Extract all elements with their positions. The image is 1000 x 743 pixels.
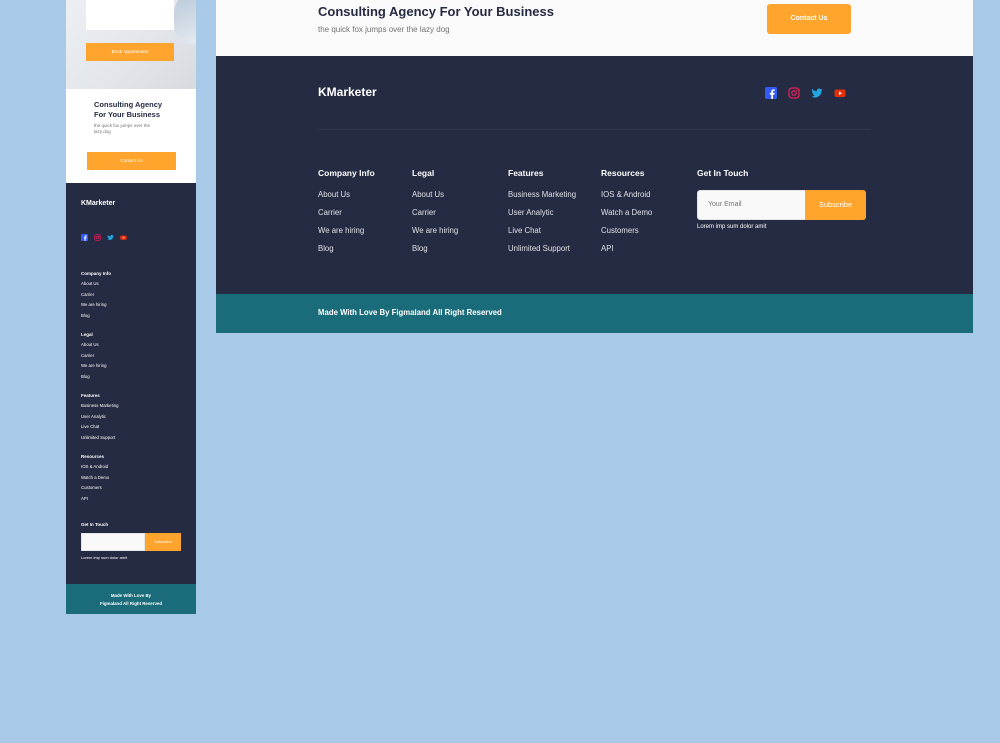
desktop-preview: Consulting Agency For Your Business the …: [216, 0, 973, 333]
footer-link[interactable]: Blog: [318, 244, 375, 262]
mobile-footer-link[interactable]: Live Chat: [81, 424, 191, 435]
mobile-footer-link[interactable]: Blog: [81, 374, 191, 385]
youtube-icon[interactable]: [120, 228, 127, 240]
copyright-bar: Made With Love By Figmaland All Right Re…: [216, 294, 973, 333]
youtube-icon[interactable]: [834, 86, 846, 98]
cta-section: Consulting Agency For Your Business the …: [216, 0, 973, 56]
subscribe-form: Your Email Subscribe: [697, 190, 866, 220]
mobile-footer: KMarketer Company Info About Us Carrier …: [66, 183, 196, 584]
mobile-column-title: Features: [81, 393, 100, 398]
footer-column-legal: Legal About Us Carrier We are hiring Blo…: [412, 168, 458, 262]
cta-title: Consulting Agency For Your Business: [318, 4, 554, 19]
hero-image: [174, 0, 196, 44]
footer-link[interactable]: Carrier: [412, 208, 458, 226]
mobile-email-input[interactable]: [81, 533, 145, 551]
mobile-hero: Book Appointment: [66, 0, 196, 89]
mobile-footer-link[interactable]: IOS & Android: [81, 464, 191, 475]
mobile-footer-link[interactable]: We are hiring: [81, 363, 191, 374]
footer-column-company-info: Company Info About Us Carrier We are hir…: [318, 168, 375, 262]
footer-divider: [318, 129, 871, 130]
footer-link[interactable]: About Us: [318, 190, 375, 208]
mobile-footer-link[interactable]: API: [81, 496, 191, 507]
footer-link[interactable]: About Us: [412, 190, 458, 208]
footer-column-resources: Resources IOS & Android Watch a Demo Cus…: [601, 168, 652, 262]
instagram-icon[interactable]: [788, 86, 800, 99]
mobile-footer-column: Legal About Us Carrier We are hiring Blo…: [81, 332, 191, 384]
mobile-column-title: Company Info: [81, 271, 111, 276]
mobile-footer-column: Features Business Marketing User Analyti…: [81, 393, 191, 445]
social-links: [765, 86, 846, 99]
mobile-footer-link[interactable]: User Analytic: [81, 414, 191, 425]
footer-link[interactable]: We are hiring: [318, 226, 375, 244]
subscribe-button[interactable]: Subscribe: [805, 190, 866, 220]
footer-link[interactable]: We are hiring: [412, 226, 458, 244]
footer-link[interactable]: Unlimited Support: [508, 244, 576, 262]
mobile-footer-link[interactable]: Customers: [81, 485, 191, 496]
copyright-text: Made With Love By Figmaland All Right Re…: [318, 308, 502, 317]
touch-note: Lorem imp sum dolor amit: [697, 224, 767, 230]
mobile-footer-link[interactable]: Carrier: [81, 353, 191, 364]
mobile-subscribe-form: Subscribe: [81, 533, 181, 551]
twitter-icon[interactable]: [811, 86, 823, 98]
footer-link[interactable]: User Analytic: [508, 208, 576, 226]
mobile-copyright-line: Made With Love By: [110, 593, 152, 598]
book-appointment-button[interactable]: Book Appointment: [86, 43, 174, 61]
footer-link[interactable]: Watch a Demo: [601, 208, 652, 226]
mobile-footer-link[interactable]: About Us: [81, 342, 191, 353]
email-input[interactable]: Your Email: [697, 190, 805, 220]
mobile-cta-title: Consulting Agency For Your Business: [94, 100, 163, 119]
footer-link[interactable]: Business Marketing: [508, 190, 576, 208]
mobile-subscribe-button[interactable]: Subscribe: [145, 533, 181, 551]
mobile-footer-columns: Company Info About Us Carrier We are hir…: [81, 271, 191, 515]
mobile-cta-subtitle: the quick fox jumps over the lazy dog: [94, 123, 151, 134]
footer-link[interactable]: API: [601, 244, 652, 262]
facebook-icon[interactable]: [765, 86, 777, 99]
footer-link[interactable]: Live Chat: [508, 226, 576, 244]
mobile-contact-us-button[interactable]: Contact Us: [87, 152, 176, 170]
column-title: Legal: [412, 168, 435, 178]
cta-subtitle: the quick fox jumps over the lazy dog: [318, 25, 450, 34]
touch-title: Get In Touch: [697, 168, 749, 178]
mobile-footer-brand: KMarketer: [81, 200, 116, 207]
footer-link[interactable]: IOS & Android: [601, 190, 652, 208]
mobile-preview: Book Appointment Consulting Agency For Y…: [66, 0, 196, 614]
contact-us-button[interactable]: Contact Us: [767, 4, 851, 34]
mobile-footer-link[interactable]: Blog: [81, 313, 191, 324]
footer: KMarketer Company Info About Us Carrier …: [216, 56, 973, 294]
column-title: Resources: [601, 168, 645, 178]
facebook-icon[interactable]: [81, 228, 88, 241]
footer-brand: KMarketer: [318, 85, 377, 99]
get-in-touch: Get In Touch Your Email Subscribe Lorem …: [697, 168, 866, 230]
instagram-icon[interactable]: [94, 228, 101, 241]
twitter-icon[interactable]: [107, 228, 114, 241]
mobile-cta-section: Consulting Agency For Your Business the …: [66, 89, 196, 183]
mobile-footer-link[interactable]: Business Marketing: [81, 403, 191, 414]
footer-link[interactable]: Customers: [601, 226, 652, 244]
mobile-footer-link[interactable]: About Us: [81, 281, 191, 292]
mobile-footer-link[interactable]: Carrier: [81, 292, 191, 303]
mobile-hero-card: [86, 0, 174, 30]
mobile-touch-title: Get In Touch: [81, 522, 109, 527]
mobile-column-title: Resources: [81, 454, 105, 459]
mobile-footer-link[interactable]: Watch a Demo: [81, 475, 191, 486]
column-title: Features: [508, 168, 544, 178]
mobile-copyright-line: Figmaland All Right Reserved: [99, 601, 163, 606]
mobile-touch-note: Lorem imp sum dolor amit: [81, 555, 128, 560]
mobile-footer-column: Resources IOS & Android Watch a Demo Cus…: [81, 454, 191, 506]
mobile-copyright-bar: Made With Love By Figmaland All Right Re…: [66, 584, 196, 614]
mobile-footer-link[interactable]: We are hiring: [81, 302, 191, 313]
column-title: Company Info: [318, 168, 375, 178]
footer-column-features: Features Business Marketing User Analyti…: [508, 168, 576, 262]
footer-link[interactable]: Blog: [412, 244, 458, 262]
footer-link[interactable]: Carrier: [318, 208, 375, 226]
mobile-footer-column: Company Info About Us Carrier We are hir…: [81, 271, 191, 323]
mobile-get-in-touch: Get In Touch Subscribe Lorem imp sum dol…: [81, 522, 181, 560]
mobile-footer-link[interactable]: Unlimited Support: [81, 435, 191, 446]
mobile-column-title: Legal: [81, 332, 93, 337]
mobile-social-links: [81, 228, 127, 241]
